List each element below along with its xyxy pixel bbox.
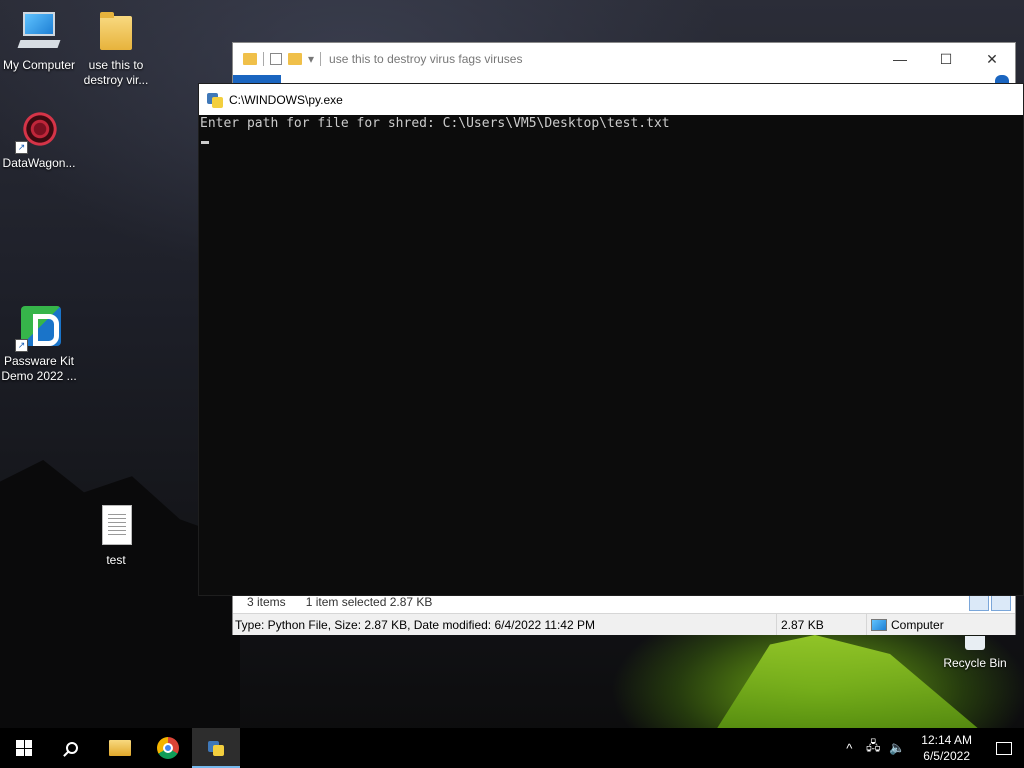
close-button[interactable]: ✕: [969, 44, 1015, 74]
computer-icon: [17, 10, 61, 54]
console-prompt-line: Enter path for file for shred: C:\Users\…: [200, 116, 670, 131]
properties-icon[interactable]: [270, 53, 282, 65]
action-center-button[interactable]: [984, 741, 1024, 755]
shortcut-arrow-icon: ↗: [15, 141, 28, 154]
folder-icon: [243, 53, 257, 65]
desktop-icon-passware[interactable]: ↗ Passware Kit Demo 2022 ...: [0, 306, 78, 384]
windows-logo-icon: [16, 740, 32, 756]
passware-icon: ↗: [15, 306, 61, 352]
taskbar-file-explorer[interactable]: [96, 728, 144, 768]
taskbar-python-console[interactable]: [192, 728, 240, 768]
folder-icon: [109, 740, 131, 756]
clock-date: 6/5/2022: [923, 749, 970, 763]
desktop-icon-label: Passware Kit Demo 2022 ...: [1, 354, 77, 383]
minimize-button[interactable]: —: [877, 44, 923, 74]
computer-icon: [871, 618, 887, 631]
details-status-bar: Type: Python File, Size: 2.87 KB, Date m…: [233, 613, 1015, 635]
desktop-icon-label: use this to destroy vir...: [83, 58, 149, 87]
desktop-icon-label: DataWagon...: [2, 156, 76, 170]
maximize-button[interactable]: ☐: [923, 44, 969, 74]
quick-access-toolbar: ▾: [243, 52, 322, 66]
desktop-icon-label: Recycle Bin: [943, 656, 1007, 670]
chrome-icon: [157, 737, 179, 759]
folder-icon: [94, 10, 138, 54]
console-titlebar[interactable]: C:\WINDOWS\py.exe: [199, 84, 1023, 115]
explorer-title: use this to destroy virus fags viruses: [329, 52, 523, 66]
start-button[interactable]: [0, 728, 48, 768]
selection-info: 1 item selected 2.87 KB: [305, 595, 433, 609]
divider: [263, 52, 264, 66]
clock[interactable]: 12:14 AM 6/5/2022: [909, 732, 984, 764]
console-title: C:\WINDOWS\py.exe: [229, 92, 343, 107]
text-file-icon: [94, 505, 138, 549]
chevron-down-icon[interactable]: ▾: [308, 52, 314, 66]
python-icon: [208, 740, 224, 756]
shortcut-arrow-icon: ↗: [15, 339, 28, 352]
desktop-icon-label: test: [106, 553, 126, 567]
recycle-bin-icon: [953, 636, 997, 652]
taskbar: ^ 🖧 🔈 12:14 AM 6/5/2022: [0, 728, 1024, 768]
location-info: Computer: [867, 614, 946, 635]
divider: [320, 52, 322, 66]
wallpaper-tent: [716, 635, 980, 730]
new-folder-icon[interactable]: [288, 53, 302, 65]
volume-icon[interactable]: 🔈: [885, 740, 909, 756]
python-console-window[interactable]: C:\WINDOWS\py.exe Enter path for file fo…: [198, 83, 1024, 596]
python-icon: [207, 92, 223, 108]
desktop-icon-test[interactable]: test: [77, 505, 155, 568]
search-icon: [66, 742, 78, 754]
desktop-icon-label: My Computer: [2, 58, 76, 72]
network-icon[interactable]: 🖧: [861, 737, 885, 759]
desktop-icon-recycle-bin[interactable]: Recycle Bin: [936, 636, 1014, 671]
notification-icon: [996, 741, 1012, 755]
search-button[interactable]: [48, 728, 96, 768]
desktop-icon-folder[interactable]: use this to destroy vir...: [77, 10, 155, 88]
taskbar-chrome[interactable]: [144, 728, 192, 768]
datawagon-icon: ↗: [15, 108, 61, 154]
file-details: Type: Python File, Size: 2.87 KB, Date m…: [233, 614, 777, 635]
location-label: Computer: [891, 617, 944, 632]
show-hidden-icons-button[interactable]: ^: [837, 741, 861, 756]
explorer-titlebar[interactable]: ▾ use this to destroy virus fags viruses…: [233, 43, 1015, 75]
desktop-icon-my-computer[interactable]: My Computer: [0, 10, 78, 73]
file-size: 2.87 KB: [777, 614, 867, 635]
system-tray: ^ 🖧 🔈 12:14 AM 6/5/2022: [837, 728, 1024, 768]
console-output[interactable]: Enter path for file for shred: C:\Users\…: [199, 115, 1023, 144]
desktop-icon-datawagon[interactable]: ↗ DataWagon...: [0, 108, 78, 171]
items-count: 3 items: [247, 595, 286, 609]
text-cursor: [201, 141, 209, 144]
clock-time: 12:14 AM: [921, 733, 972, 747]
